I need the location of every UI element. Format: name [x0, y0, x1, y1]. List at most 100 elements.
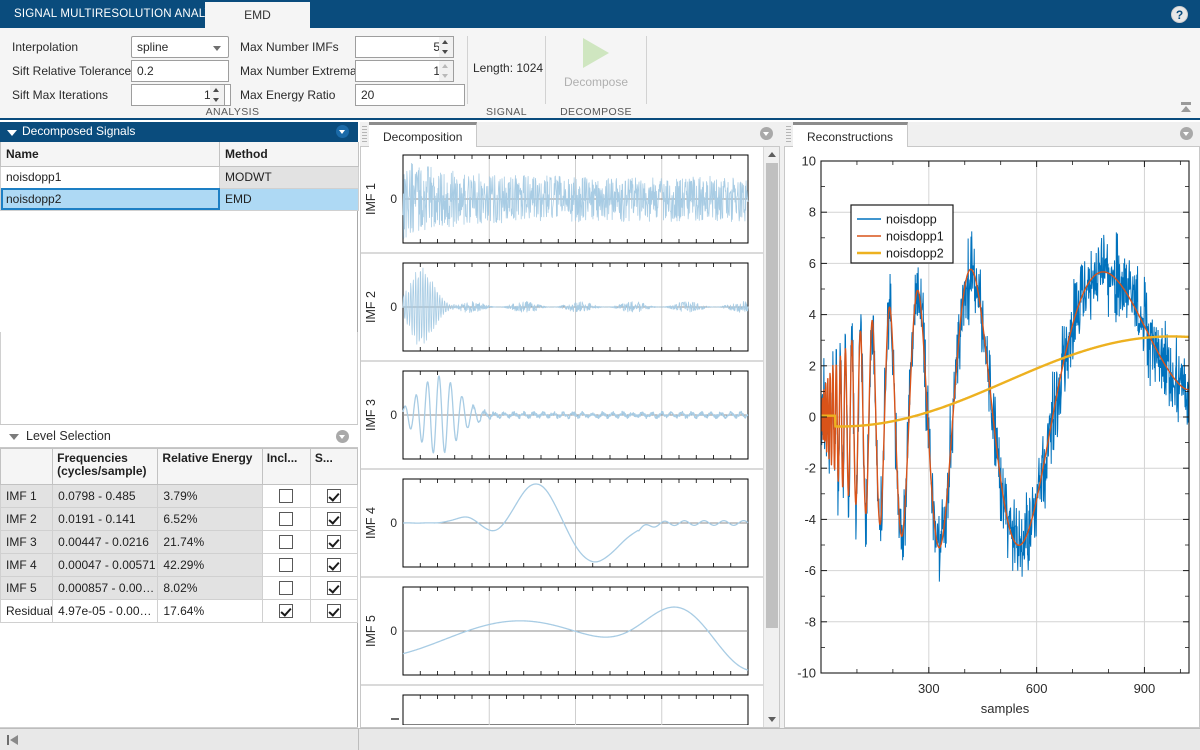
question-mark-icon[interactable]: ?: [1171, 6, 1188, 23]
show-checkbox[interactable]: [327, 535, 341, 549]
imf-axis-label: IMF 5: [364, 615, 378, 647]
sift-max-iterations-stepper[interactable]: [210, 84, 225, 106]
show-checkbox-cell[interactable]: [310, 577, 357, 600]
x-axis-tick-label: 600: [1026, 681, 1048, 696]
max-number-imfs-input[interactable]: 5: [355, 36, 447, 58]
level-relative-energy-cell: 42.29%: [158, 554, 262, 577]
table-row[interactable]: noisdopp2 EMD: [1, 188, 359, 210]
level-selection-title: Level Selection: [26, 429, 111, 443]
stepper-down-icon[interactable]: [210, 95, 223, 105]
include-checkbox[interactable]: [279, 489, 293, 503]
include-checkbox[interactable]: [279, 535, 293, 549]
decomposition-scrollbar[interactable]: [763, 147, 779, 727]
include-checkbox-cell[interactable]: [262, 600, 310, 623]
show-checkbox-cell[interactable]: [310, 554, 357, 577]
scroll-down-arrow-icon[interactable]: [764, 712, 779, 727]
decompose-button-label: Decompose: [548, 75, 644, 89]
column-header-frequencies[interactable]: Frequencies (cycles/sample): [53, 449, 158, 485]
stepper-down-icon[interactable]: [439, 47, 452, 57]
imf-axis-label: IMF 2: [364, 291, 378, 323]
max-number-extrema-stepper[interactable]: [439, 60, 454, 82]
tab-reconstructions[interactable]: Reconstructions: [793, 122, 908, 147]
triangle-collapse-icon[interactable]: [7, 130, 17, 136]
signal-section-label: SIGNAL: [470, 106, 543, 118]
table-row[interactable]: IMF 40.00047 - 0.0057142.29%: [1, 554, 358, 577]
include-checkbox-cell[interactable]: [262, 531, 310, 554]
y-axis-tick-label: -2: [804, 461, 816, 476]
column-header-method[interactable]: Method: [220, 142, 359, 166]
imf-zero-tick: 0: [390, 516, 397, 530]
table-row[interactable]: IMF 20.0191 - 0.1416.52%: [1, 508, 358, 531]
imf-axis-label: IMF 4: [364, 507, 378, 539]
include-checkbox[interactable]: [279, 581, 293, 595]
signal-name-cell[interactable]: noisdopp2: [1, 188, 220, 210]
tab-decomposition[interactable]: Decomposition: [369, 122, 477, 147]
table-row[interactable]: IMF 10.0798 - 0.4853.79%: [1, 485, 358, 508]
chevron-down-circle-icon[interactable]: [760, 127, 773, 140]
column-header-name[interactable]: Name: [1, 142, 220, 166]
sift-relative-tolerance-input[interactable]: 0.2: [131, 60, 229, 82]
ribbon-section-decompose: Decompose DECOMPOSE: [548, 28, 644, 120]
collapse-left-icon[interactable]: [6, 734, 20, 746]
include-checkbox-cell[interactable]: [262, 554, 310, 577]
signal-method-cell[interactable]: MODWT: [220, 166, 359, 188]
stepper-up-icon[interactable]: [210, 85, 223, 95]
max-number-extrema-input[interactable]: 1: [355, 60, 447, 82]
level-name-cell: IMF 4: [1, 554, 53, 577]
imf-zero-tick: 0: [390, 624, 397, 638]
show-checkbox[interactable]: [327, 558, 341, 572]
max-number-imfs-stepper[interactable]: [439, 36, 454, 58]
reconstructions-tabbar: Reconstructions: [784, 122, 1200, 147]
column-header-show[interactable]: S...: [310, 449, 357, 485]
show-checkbox-cell[interactable]: [310, 508, 357, 531]
stepper-up-icon[interactable]: [439, 61, 452, 71]
show-checkbox[interactable]: [327, 581, 341, 595]
tab-emd[interactable]: EMD: [205, 2, 310, 28]
y-axis-tick-label: 2: [809, 358, 816, 373]
collapse-ribbon-icon[interactable]: [1178, 101, 1194, 115]
chevron-down-icon: [213, 46, 221, 51]
include-checkbox-cell[interactable]: [262, 508, 310, 531]
table-row[interactable]: noisdopp1 MODWT: [1, 166, 359, 188]
drag-grip-icon[interactable]: [362, 126, 367, 142]
table-row[interactable]: Residual4.97e-05 - 0.00…17.64%: [1, 600, 358, 623]
chevron-down-circle-icon[interactable]: [336, 430, 349, 443]
include-checkbox-cell[interactable]: [262, 577, 310, 600]
chevron-down-circle-icon[interactable]: [336, 125, 349, 138]
column-header-relative-energy[interactable]: Relative Energy: [158, 449, 262, 485]
show-checkbox-cell[interactable]: [310, 531, 357, 554]
level-name-cell: IMF 3: [1, 531, 53, 554]
status-bar-divider: [358, 729, 359, 750]
include-checkbox[interactable]: [279, 512, 293, 526]
scrollbar-thumb[interactable]: [766, 163, 778, 628]
triangle-collapse-icon[interactable]: [9, 434, 19, 440]
signal-name-cell[interactable]: noisdopp1: [1, 166, 220, 188]
show-checkbox[interactable]: [327, 489, 341, 503]
chevron-down-circle-icon[interactable]: [1180, 127, 1193, 140]
include-checkbox[interactable]: [279, 604, 293, 618]
table-row[interactable]: IMF 50.000857 - 0.00…8.02%: [1, 577, 358, 600]
show-checkbox[interactable]: [327, 512, 341, 526]
stepper-up-icon[interactable]: [439, 37, 452, 47]
status-bar: [0, 728, 1200, 750]
table-row[interactable]: IMF 30.00447 - 0.021621.74%: [1, 531, 358, 554]
show-checkbox-cell[interactable]: [310, 600, 357, 623]
include-checkbox-cell[interactable]: [262, 485, 310, 508]
level-relative-energy-cell: 8.02%: [158, 577, 262, 600]
max-energy-ratio-input[interactable]: 20: [355, 84, 465, 106]
scroll-up-arrow-icon[interactable]: [764, 147, 779, 162]
decompose-section-label: DECOMPOSE: [548, 106, 644, 118]
max-number-extrema-label: Max Number Extrema: [240, 60, 357, 82]
ribbon-section-analysis: Interpolation spline Sift Relative Toler…: [0, 28, 465, 120]
interpolation-select[interactable]: spline: [131, 36, 229, 58]
drag-grip-icon[interactable]: [786, 126, 791, 142]
stepper-down-icon[interactable]: [439, 71, 452, 81]
show-checkbox-cell[interactable]: [310, 485, 357, 508]
chart-legend[interactable]: noisdoppnoisdopp1noisdopp2: [851, 205, 953, 263]
column-header-include[interactable]: Incl...: [262, 449, 310, 485]
signal-method-cell[interactable]: EMD: [220, 188, 359, 210]
include-checkbox[interactable]: [279, 558, 293, 572]
show-checkbox[interactable]: [327, 604, 341, 618]
decompose-button[interactable]: Decompose: [548, 36, 644, 89]
column-header-level: [1, 449, 53, 485]
